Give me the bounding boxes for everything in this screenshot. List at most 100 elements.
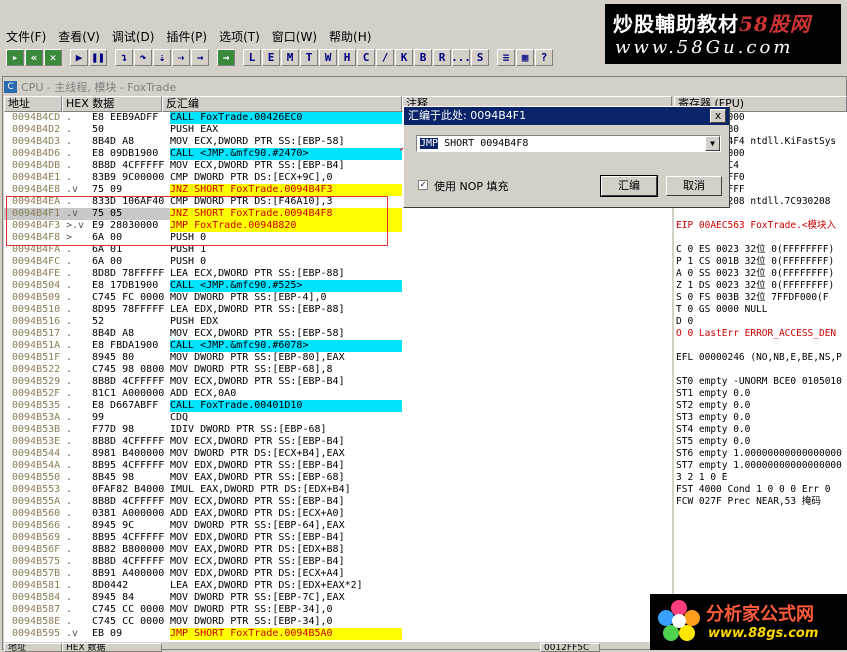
grid-icon[interactable]: ▦ [516, 48, 534, 66]
trace-into-icon[interactable]: ⇣ [153, 48, 171, 66]
toolbar-btn-M[interactable]: M [281, 48, 299, 66]
toolbar-btn-C[interactable]: C [357, 48, 375, 66]
dump-col-hex[interactable]: HEX 数据 [62, 643, 162, 652]
table-row[interactable]: 0094B52F. 81C1 A0000000 ADD ECX,0A0 [4, 388, 402, 400]
table-row[interactable]: 0094B509. C745 FC 000000 MOV DWORD PTR SS:… [4, 292, 402, 304]
table-row[interactable]: 0094B535. E8 D667ABFF CALL FoxTrade.00401D… [4, 400, 402, 412]
trace-over-icon[interactable]: ⇢ [172, 48, 190, 66]
register-row[interactable]: ST7 empty 1.00000000000000000 [676, 460, 847, 472]
toolbar-btn-H[interactable]: H [338, 48, 356, 66]
register-row[interactable]: EIP 00AEC563 FoxTrade.<模块入 [676, 220, 847, 232]
register-row[interactable]: ST0 empty -UNORM BCE0 0105010 [676, 376, 847, 388]
table-row[interactable]: 0094B553. 0FAF82 B40000 IMUL EAX,DWORD PTR… [4, 484, 402, 496]
table-row[interactable]: 0094B4D2. 50 PUSH EAX [4, 124, 402, 136]
step-over-icon[interactable]: ↷ [134, 48, 152, 66]
table-row[interactable]: 0094B504. E8 17DB1900 CALL <JMP.&mfc90.#52… [4, 280, 402, 292]
toolbar-btn-T[interactable]: T [300, 48, 318, 66]
table-row[interactable]: 0094B566. 8945 9C MOV DWORD PTR SS:[EBP-64… [4, 520, 402, 532]
register-row[interactable]: Z 1 DS 0023 32位 0(FFFFFFFF) [676, 280, 847, 292]
menu-plugins[interactable]: 插件(P) [160, 28, 213, 45]
table-row[interactable]: 0094B595 .v EB 09 JMP SHORT FoxTrade.0094B5… [4, 628, 402, 640]
register-row[interactable]: FCW 027F Prec NEAR,53 掩码 [676, 496, 847, 508]
table-row[interactable]: 0094B522. C745 98 080000 MOV DWORD PTR SS:… [4, 364, 402, 376]
col-address[interactable]: 地址 [4, 96, 62, 112]
disasm-pane[interactable]: 0094B4CD. E8 EEB9ADFF CALL FoxTrade.00426E… [4, 112, 402, 642]
run-icon[interactable]: ▶ [70, 48, 88, 66]
table-row[interactable]: 0094B55A. 8B8D 4CFFFFFF MOV ECX,DWORD PTR … [4, 496, 402, 508]
register-row[interactable] [676, 232, 847, 244]
goto-icon[interactable]: → [217, 48, 235, 66]
menu-help[interactable]: 帮助(H) [323, 28, 377, 45]
table-row[interactable]: 0094B4E1. 83B9 9C000000 CMP DWORD PTR DS:[… [4, 172, 402, 184]
toolbar-btn-R[interactable]: R [433, 48, 451, 66]
table-row[interactable]: 0094B57B. 8B91 A4000000 MOV EDX,DWORD PTR … [4, 568, 402, 580]
chevron-down-icon[interactable]: ▼ [705, 136, 720, 151]
register-row[interactable] [676, 340, 847, 352]
table-row[interactable]: 0094B560. 0381 A0000000 ADD EAX,DWORD PTR … [4, 508, 402, 520]
dialog-close-button[interactable]: x [710, 109, 726, 123]
register-row[interactable]: FST 4000 Cond 1 0 0 0 Err 0 [676, 484, 847, 496]
menu-view[interactable]: 查看(V) [52, 28, 106, 45]
register-row[interactable] [676, 364, 847, 376]
register-row[interactable]: ST6 empty 1.00000000000000000 [676, 448, 847, 460]
register-row[interactable]: A 0 SS 0023 32位 0(FFFFFFFF) [676, 268, 847, 280]
table-row[interactable]: 0094B53B. F77D 98 IDIV DWORD PTR SS:[EBP-6… [4, 424, 402, 436]
table-row[interactable]: 0094B4D3. 8B4D A8 MOV ECX,DWORD PTR SS:[EB… [4, 136, 402, 148]
table-row[interactable]: 0094B4FC. 6A 00 PUSH 0 [4, 256, 402, 268]
table-row[interactable]: 0094B56F. 8B82 B8000000 MOV EAX,DWORD PTR … [4, 544, 402, 556]
menu-options[interactable]: 选项(T) [213, 28, 266, 45]
register-row[interactable]: ST4 empty 0.0 [676, 424, 847, 436]
table-row[interactable]: 0094B569. 8B95 4CFFFFFF MOV EDX,DWORD PTR … [4, 532, 402, 544]
restart-icon[interactable]: « [25, 48, 43, 66]
open-icon[interactable]: ▸ [6, 48, 24, 66]
table-row[interactable]: 0094B51F. 8945 80 MOV DWORD PTR SS:[EBP-80… [4, 352, 402, 364]
register-row[interactable]: S 0 FS 003B 32位 7FFDF000(F [676, 292, 847, 304]
toolbar-btn-S[interactable]: S [471, 48, 489, 66]
table-row[interactable]: 0094B4DB. 8B8D 4CFFFFFF MOV ECX,DWORD PTR … [4, 160, 402, 172]
table-row[interactable]: 0094B581. 8D0442 LEA EAX,DWORD PTR DS:[EDX… [4, 580, 402, 592]
cancel-button[interactable]: 取消 [666, 176, 722, 196]
menu-window[interactable]: 窗口(W) [266, 28, 323, 45]
table-row[interactable]: 0094B516. 52 PUSH EDX [4, 316, 402, 328]
register-row[interactable]: P 1 CS 001B 32位 0(FFFFFFFF) [676, 256, 847, 268]
register-row[interactable]: ST1 empty 0.0 [676, 388, 847, 400]
table-row[interactable]: 0094B53E. 8B8D 4CFFFFFF MOV ECX,DWORD PTR … [4, 436, 402, 448]
table-row[interactable]: 0094B550. 8B45 98 MOV EAX,DWORD PTR SS:[EB… [4, 472, 402, 484]
register-row[interactable]: O 0 LastErr ERROR_ACCESS_DEN [676, 328, 847, 340]
execute-till-return-icon[interactable]: → [191, 48, 209, 66]
register-row[interactable]: EFL 00000246 (NO,NB,E,BE,NS,P [676, 352, 847, 364]
toolbar-btn-slash[interactable]: / [376, 48, 394, 66]
register-row[interactable]: T 0 GS 0000 NULL [676, 304, 847, 316]
table-row[interactable]: 0094B4D6. E8 09DB1900 CALL <JMP.&mfc90.#24… [4, 148, 402, 160]
table-row[interactable]: 0094B575. 8B8D 4CFFFFFF MOV ECX,DWORD PTR … [4, 556, 402, 568]
register-row[interactable]: ST2 empty 0.0 [676, 400, 847, 412]
col-disasm[interactable]: 反汇编 [162, 96, 402, 112]
col-hex[interactable]: HEX 数据 [62, 96, 162, 112]
toolbar-btn-L[interactable]: L [243, 48, 261, 66]
toolbar-btn-dots[interactable]: ... [451, 48, 471, 66]
toolbar-btn-E[interactable]: E [262, 48, 280, 66]
register-row[interactable]: C 0 ES 0023 32位 0(FFFFFFFF) [676, 244, 847, 256]
table-row[interactable]: 0094B53A. 99 CDQ [4, 412, 402, 424]
register-row[interactable]: ST3 empty 0.0 [676, 412, 847, 424]
nop-fill-checkbox[interactable]: ✓ [418, 180, 428, 190]
table-row[interactable]: 0094B510. 8D95 78FFFFFF LEA EDX,DWORD PTR … [4, 304, 402, 316]
register-row[interactable] [676, 208, 847, 220]
menu-debug[interactable]: 调试(D) [106, 28, 161, 45]
table-row[interactable]: 0094B517. 8B4D A8 MOV ECX,DWORD PTR SS:[EB… [4, 328, 402, 340]
step-into-icon[interactable]: ↴ [115, 48, 133, 66]
close-icon[interactable]: ✕ [44, 48, 62, 66]
table-row[interactable]: 0094B4E8 .v 75 09 JNZ SHORT FoxTrade.0094B4… [4, 184, 402, 196]
dump-col-address[interactable]: 地址 [4, 643, 62, 652]
table-row[interactable]: 0094B4CD. E8 EEB9ADFF CALL FoxTrade.00426E… [4, 112, 402, 124]
list-icon[interactable]: ≡ [497, 48, 515, 66]
table-row[interactable]: 0094B544. 8981 B4000000 MOV DWORD PTR DS:[… [4, 448, 402, 460]
table-row[interactable]: 0094B4FE. 8D8D 78FFFFFF LEA ECX,DWORD PTR … [4, 268, 402, 280]
toolbar-btn-K[interactable]: K [395, 48, 413, 66]
pause-icon[interactable]: ❚❚ [89, 48, 107, 66]
table-row[interactable]: 0094B58E. C745 CC 000000 MOV DWORD PTR SS:… [4, 616, 402, 628]
register-row[interactable]: ST5 empty 0.0 [676, 436, 847, 448]
table-row[interactable]: 0094B51A. E8 FBDA1900 CALL <JMP.&mfc90.#60… [4, 340, 402, 352]
table-row[interactable]: 0094B529. 8B8D 4CFFFFFF MOV ECX,DWORD PTR … [4, 376, 402, 388]
table-row[interactable]: 0094B584. 8945 84 MOV DWORD PTR SS:[EBP-7C… [4, 592, 402, 604]
